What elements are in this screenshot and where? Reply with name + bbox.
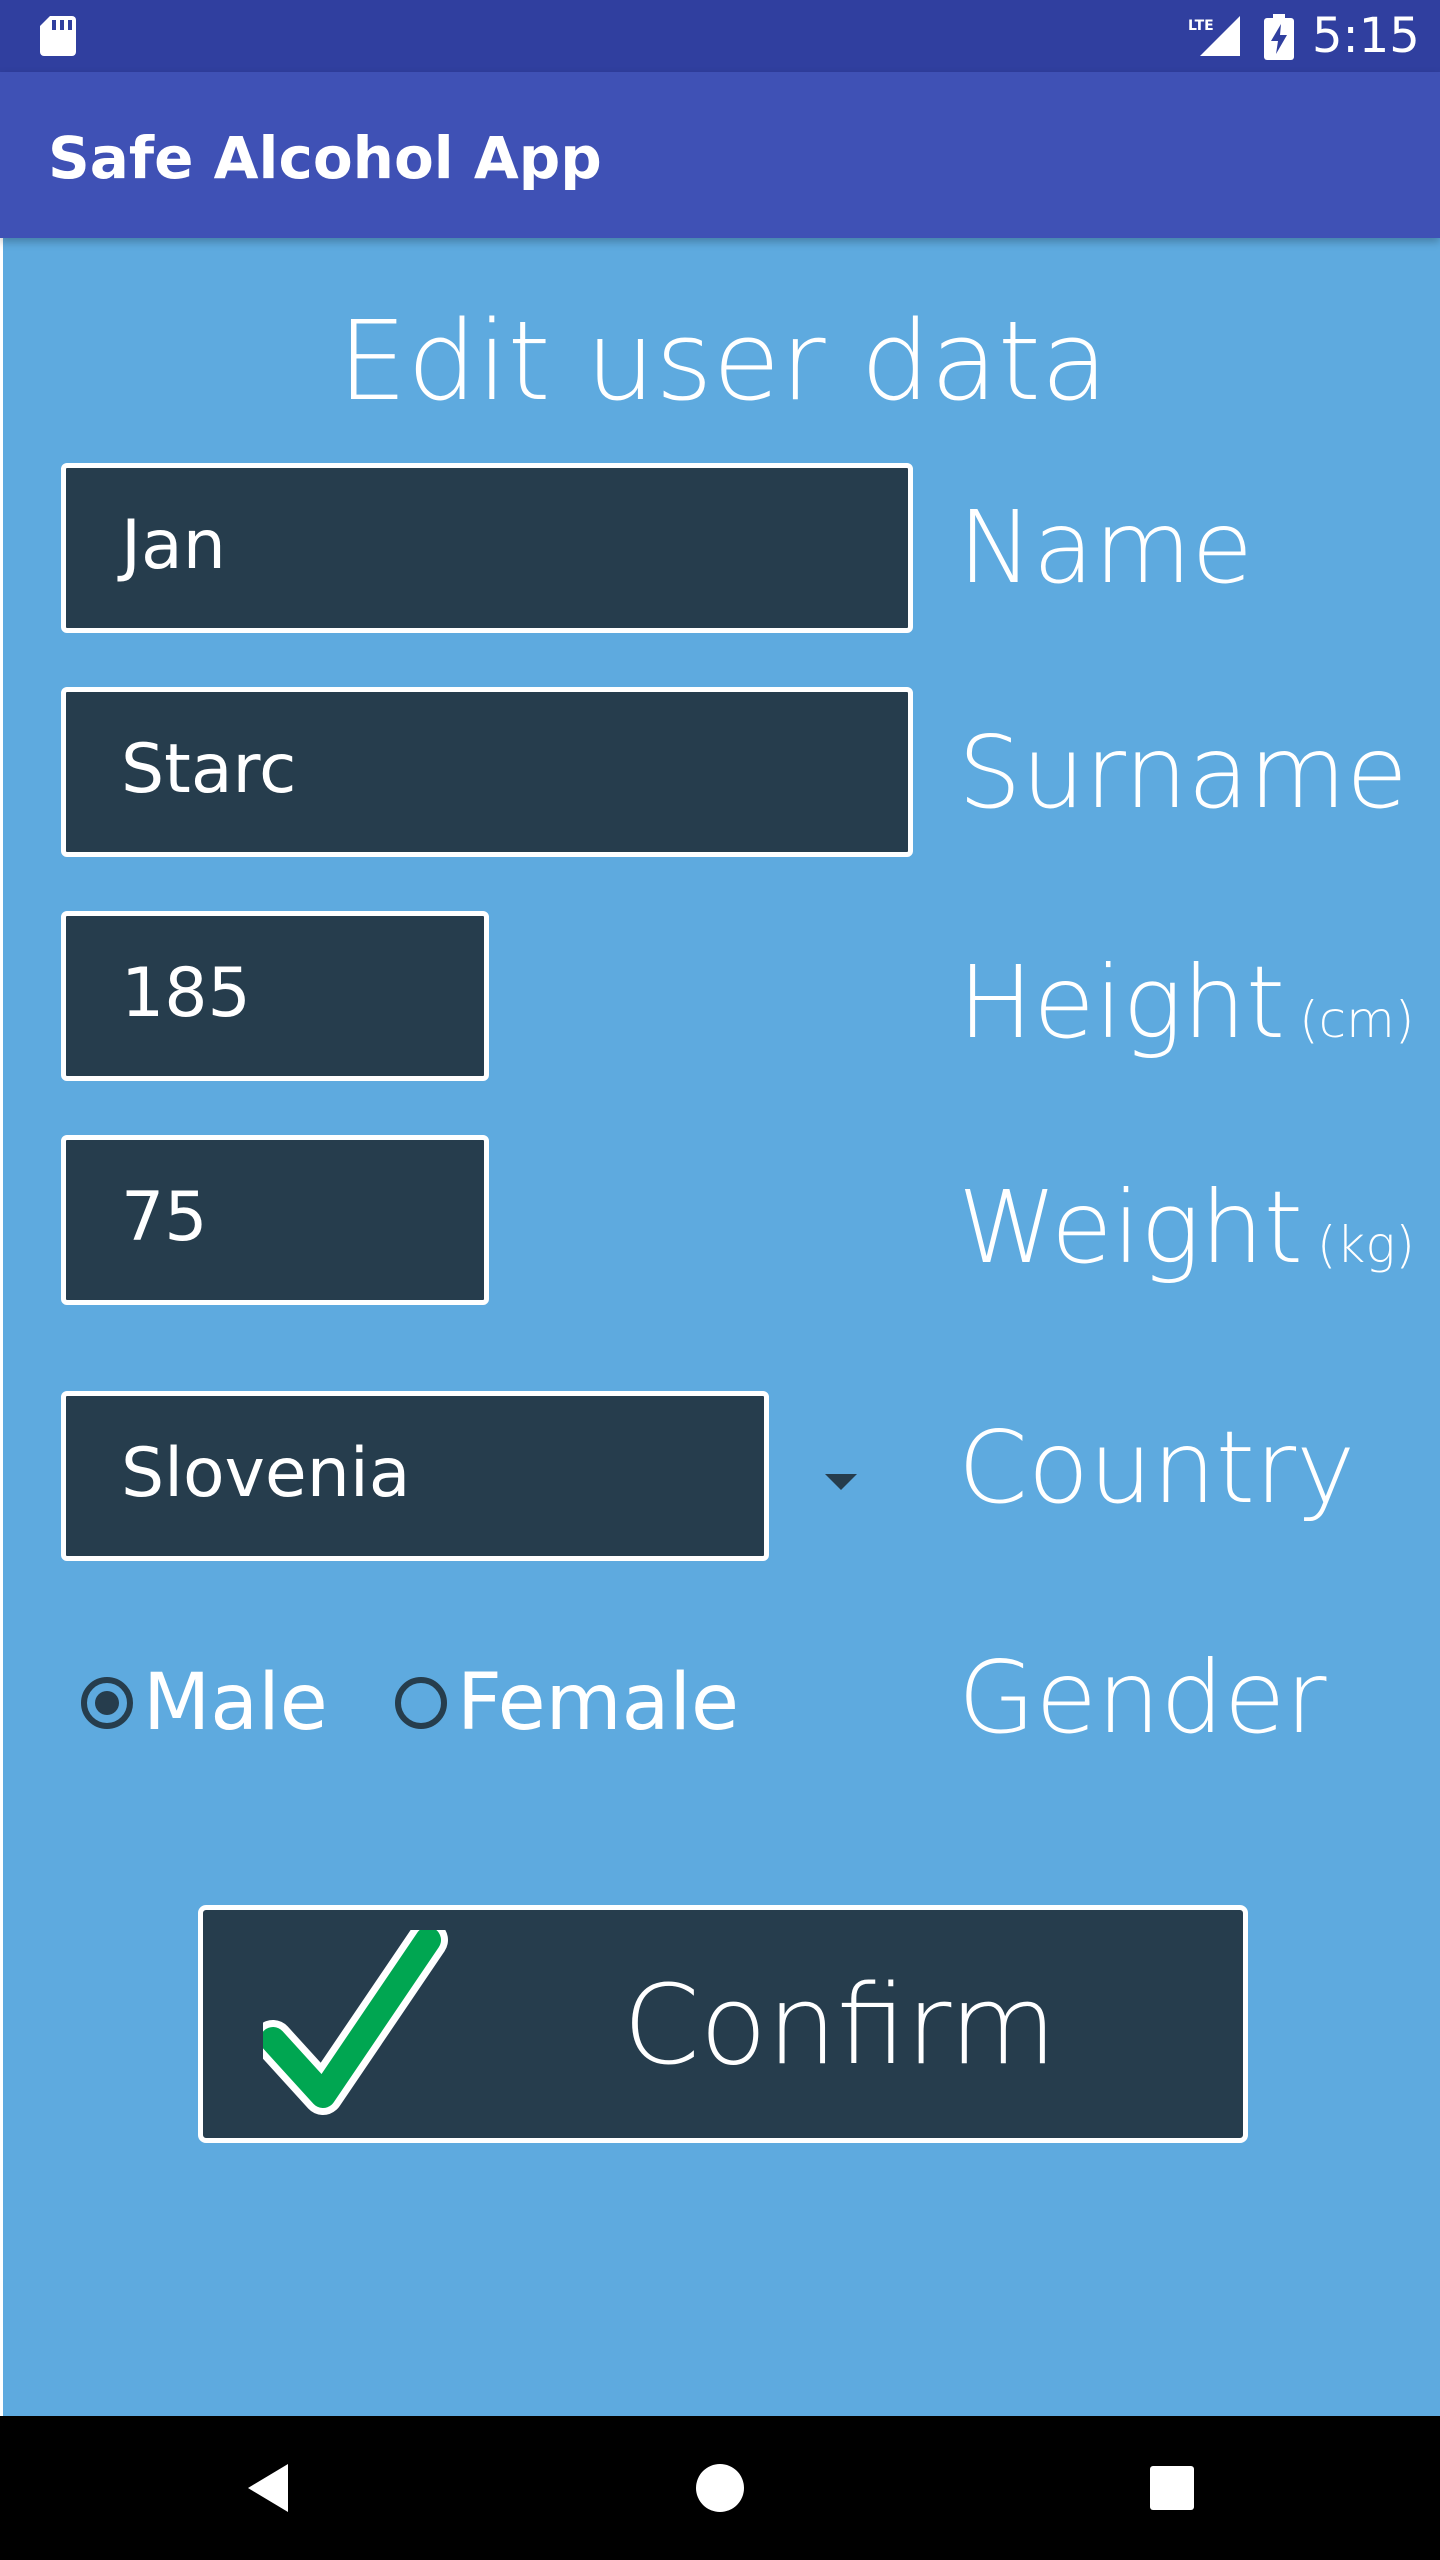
height-label: Height (cm) — [958, 943, 1414, 1080]
status-clock: 5:15 — [1312, 8, 1420, 64]
country-select[interactable]: Slovenia — [61, 1391, 769, 1561]
navigation-bar — [0, 2416, 1440, 2560]
app-title: Safe Alcohol App — [48, 124, 602, 192]
height-label-text: Height — [958, 944, 1286, 1061]
sd-card-icon — [40, 16, 76, 56]
gender-option-label: Male — [143, 1658, 328, 1748]
status-bar: LTE 5:15 — [0, 0, 1440, 72]
country-label: Country — [958, 1409, 1356, 1526]
surname-input[interactable]: Starc — [61, 687, 913, 857]
gender-label: Gender — [958, 1639, 1327, 1756]
weight-label-text: Weight — [958, 1169, 1303, 1286]
weight-input[interactable]: 75 — [61, 1135, 489, 1305]
checkmark-icon — [263, 1930, 448, 2115]
confirm-label: Confirm — [623, 1961, 1057, 2089]
edit-user-form: Edit user data Jan Name Starc Surname 18… — [0, 238, 1440, 2416]
app-bar: Safe Alcohol App — [0, 72, 1440, 238]
weight-label: Weight (kg) — [958, 1168, 1415, 1305]
gender-radio-male[interactable]: Male — [81, 1658, 328, 1748]
radio-selected-icon[interactable] — [81, 1677, 133, 1729]
surname-label: Surname — [958, 714, 1408, 831]
recents-icon[interactable] — [1150, 2466, 1194, 2510]
height-input[interactable]: 185 — [61, 911, 489, 1081]
gender-option-label: Female — [457, 1658, 740, 1748]
confirm-button[interactable]: Confirm — [198, 1905, 1248, 2143]
height-unit: (cm) — [1299, 991, 1415, 1049]
gender-radio-female[interactable]: Female — [395, 1658, 739, 1748]
battery-charging-icon — [1264, 14, 1294, 60]
weight-unit: (kg) — [1316, 1216, 1415, 1274]
svg-text:LTE: LTE — [1188, 18, 1214, 34]
radio-unselected-icon[interactable] — [395, 1677, 447, 1729]
name-input[interactable]: Jan — [61, 463, 913, 633]
back-icon[interactable] — [244, 2462, 292, 2514]
name-label: Name — [958, 489, 1254, 606]
home-icon[interactable] — [696, 2464, 744, 2512]
dropdown-arrow-icon[interactable] — [825, 1474, 857, 1490]
lte-signal-icon: LTE — [1188, 16, 1240, 56]
page-title: Edit user data — [337, 297, 1109, 425]
